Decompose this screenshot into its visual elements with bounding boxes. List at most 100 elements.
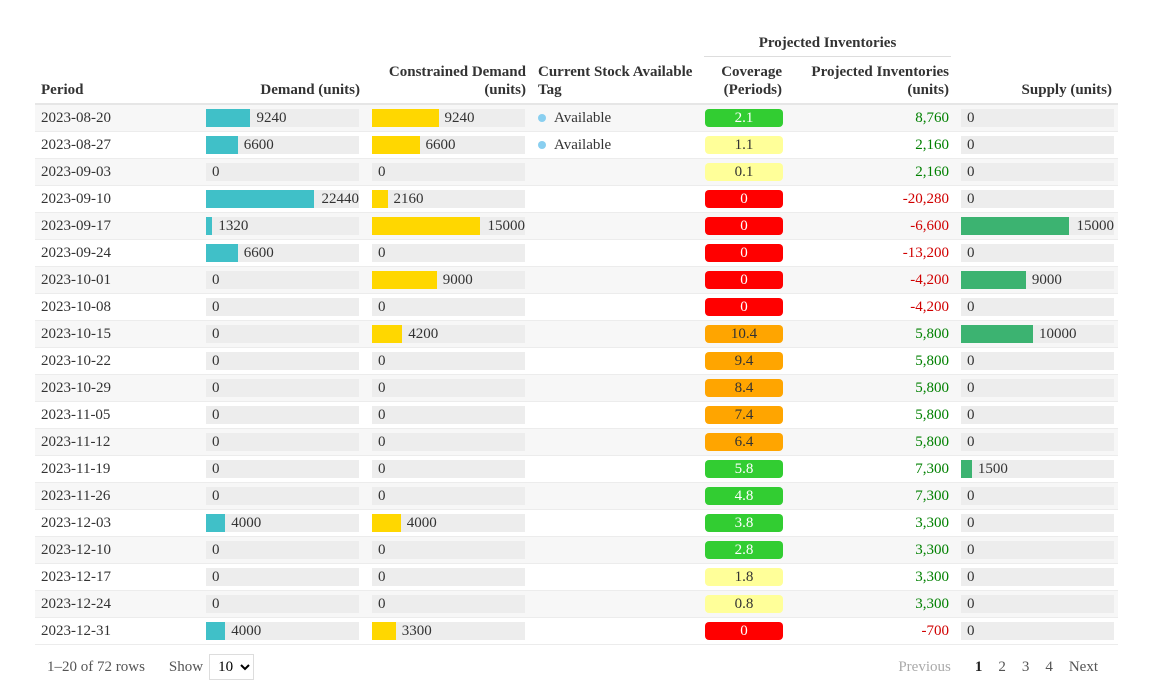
projected-inventory-cell: -700 xyxy=(788,617,956,645)
supply-value: 0 xyxy=(967,109,975,126)
constrained-bar-fill xyxy=(372,271,437,289)
demand-value: 0 xyxy=(212,433,220,450)
constrained-bar: 0 xyxy=(372,460,525,478)
coverage-badge: 0 xyxy=(705,217,783,235)
period-cell: 2023-11-26 xyxy=(35,482,200,510)
constrained-cell: 0 xyxy=(366,536,532,564)
supply-bar: 0 xyxy=(961,109,1115,127)
constrained-bar: 15000 xyxy=(372,217,525,235)
col-constrained-demand[interactable]: Constrained Demand (units) xyxy=(366,61,532,105)
supply-bar: 10000 xyxy=(961,325,1115,343)
period-cell: 2023-10-15 xyxy=(35,320,200,348)
demand-value: 0 xyxy=(212,352,220,369)
stock-tag-cell xyxy=(532,617,700,645)
col-projected[interactable]: Projected Inventories (units) xyxy=(788,61,956,105)
period-cell: 2023-08-20 xyxy=(35,104,200,132)
previous-button[interactable]: Previous xyxy=(890,659,959,676)
demand-value: 22440 xyxy=(321,190,360,207)
demand-value: 9240 xyxy=(256,109,287,126)
supply-cell: 0 xyxy=(955,374,1119,402)
demand-value: 0 xyxy=(212,271,220,288)
constrained-value: 6600 xyxy=(425,136,456,153)
coverage-cell: 0 xyxy=(700,293,788,321)
period-cell: 2023-11-19 xyxy=(35,455,200,483)
group-header-projected-inventories: Projected Inventories xyxy=(700,34,955,61)
demand-value: 6600 xyxy=(243,244,274,261)
projected-inventory-cell: -4,200 xyxy=(788,266,956,294)
demand-bar: 22440 xyxy=(206,190,359,208)
supply-bar: 0 xyxy=(961,190,1115,208)
supply-cell: 0 xyxy=(955,347,1119,375)
table-row: 2023-09-17 1320 15000 0 -6,600 15000 xyxy=(35,212,1119,240)
coverage-badge: 0 xyxy=(705,271,783,289)
constrained-cell: 0 xyxy=(366,158,532,186)
constrained-cell: 15000 xyxy=(366,212,532,240)
constrained-bar: 6600 xyxy=(372,136,525,154)
projected-inventory-cell: 8,760 xyxy=(788,104,956,132)
supply-bar: 0 xyxy=(961,487,1115,505)
coverage-badge: 5.8 xyxy=(705,460,783,478)
coverage-cell: 0 xyxy=(700,185,788,213)
demand-bar: 0 xyxy=(206,460,359,478)
projected-inventory-cell: 3,300 xyxy=(788,563,956,591)
demand-cell: 6600 xyxy=(200,131,366,159)
coverage-cell: 0.1 xyxy=(700,158,788,186)
constrained-value: 0 xyxy=(378,433,386,450)
stock-tag-cell xyxy=(532,428,700,456)
supply-value: 0 xyxy=(967,433,975,450)
demand-bar: 0 xyxy=(206,541,359,559)
next-button[interactable]: Next xyxy=(1061,659,1106,676)
constrained-bar-fill xyxy=(372,136,420,154)
page-4[interactable]: 4 xyxy=(1037,659,1061,676)
table-row: 2023-09-03 0 0 0.1 2,160 0 xyxy=(35,158,1119,186)
constrained-value: 0 xyxy=(378,352,386,369)
coverage-badge: 10.4 xyxy=(705,325,783,343)
constrained-cell: 0 xyxy=(366,374,532,402)
status-dot-icon xyxy=(538,141,546,150)
col-stock-tag[interactable]: Current Stock Available Tag xyxy=(532,61,700,105)
stock-tag: Available xyxy=(554,136,612,153)
constrained-cell: 0 xyxy=(366,590,532,618)
page-2[interactable]: 2 xyxy=(990,659,1014,676)
col-demand[interactable]: Demand (units) xyxy=(200,61,366,105)
table-row: 2023-08-27 6600 6600 Available 1.1 2,160 0 xyxy=(35,131,1119,159)
supply-cell: 0 xyxy=(955,239,1119,267)
constrained-bar: 2160 xyxy=(372,190,525,208)
constrained-bar: 3300 xyxy=(372,622,525,640)
supply-bar: 0 xyxy=(961,595,1115,613)
demand-bar: 0 xyxy=(206,595,359,613)
supply-value: 10000 xyxy=(1039,325,1077,342)
col-period[interactable]: Period xyxy=(35,61,200,105)
stock-tag-cell xyxy=(532,158,700,186)
period-cell: 2023-10-22 xyxy=(35,347,200,375)
coverage-cell: 0 xyxy=(700,266,788,294)
page-1[interactable]: 1 xyxy=(967,659,991,676)
table-row: 2023-12-03 4000 4000 3.8 3,300 0 xyxy=(35,509,1119,537)
table-row: 2023-12-24 0 0 0.8 3,300 0 xyxy=(35,590,1119,618)
coverage-badge: 1.1 xyxy=(705,136,783,154)
period-cell: 2023-10-01 xyxy=(35,266,200,294)
coverage-cell: 0 xyxy=(700,239,788,267)
constrained-cell: 0 xyxy=(366,347,532,375)
constrained-value: 0 xyxy=(378,244,386,261)
page-3[interactable]: 3 xyxy=(1014,659,1038,676)
constrained-cell: 0 xyxy=(366,428,532,456)
page-size-select[interactable]: 10 xyxy=(209,654,255,680)
constrained-bar: 0 xyxy=(372,541,525,559)
stock-tag-cell xyxy=(532,320,700,348)
col-supply[interactable]: Supply (units) xyxy=(955,61,1119,105)
col-coverage[interactable]: Coverage (Periods) xyxy=(700,61,788,105)
demand-cell: 0 xyxy=(200,401,366,429)
coverage-cell: 1.1 xyxy=(700,131,788,159)
demand-bar-fill xyxy=(206,136,238,154)
projected-inventory-cell: 3,300 xyxy=(788,536,956,564)
demand-bar: 0 xyxy=(206,163,359,181)
demand-bar: 0 xyxy=(206,433,359,451)
table-row: 2023-11-05 0 0 7.4 5,800 0 xyxy=(35,401,1119,429)
supply-cell: 0 xyxy=(955,482,1119,510)
stock-tag-cell: Available xyxy=(532,131,700,159)
constrained-bar: 0 xyxy=(372,163,525,181)
constrained-cell: 0 xyxy=(366,401,532,429)
supply-bar: 0 xyxy=(961,352,1115,370)
constrained-value: 9240 xyxy=(444,109,475,126)
